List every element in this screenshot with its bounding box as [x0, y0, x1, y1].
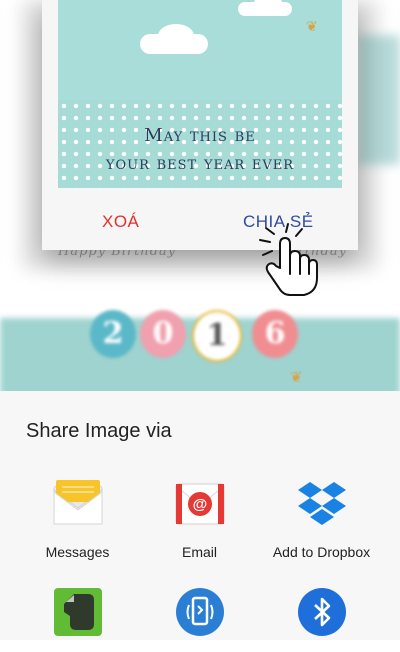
butterfly-icon: ❦: [290, 369, 303, 386]
card-message-line1: May this be: [144, 125, 256, 146]
share-option-evernote[interactable]: [11, 586, 144, 652]
share-sheet: Share Image via Messages @ Email Add to …: [0, 391, 400, 640]
year-ball: 0: [140, 310, 186, 358]
year-digit: 6: [264, 316, 286, 351]
year-ball: 6: [252, 310, 298, 358]
share-sheet-title: Share Image via: [26, 420, 172, 442]
quick-connect-icon: [174, 586, 226, 638]
background-card-edge: [358, 35, 400, 165]
share-option-quick-connect[interactable]: [133, 586, 266, 652]
butterfly-icon: ❦: [306, 18, 318, 34]
bluetooth-icon: [296, 586, 348, 638]
year-digit: 1: [206, 318, 228, 353]
card-preview-dialog: ❦ May this be your best year ever XOÁ CH…: [42, 0, 358, 250]
share-option-label: Messages: [45, 544, 110, 560]
evernote-icon: [52, 586, 104, 638]
dropbox-icon: [296, 478, 348, 530]
card-message-line2: your best year ever: [105, 153, 295, 174]
share-option-label: Add to Dropbox: [272, 544, 371, 560]
svg-text:@: @: [192, 496, 207, 513]
card-message: May this be your best year ever: [58, 122, 342, 178]
messages-icon: [52, 478, 104, 530]
year-digit: 2: [102, 316, 124, 351]
year-ball: 2: [90, 310, 136, 358]
cloud-shape: [158, 24, 194, 48]
email-icon: @: [174, 478, 226, 530]
share-option-dropbox[interactable]: Add to Dropbox: [255, 478, 388, 560]
year-ball: 1: [192, 310, 242, 362]
share-option-email[interactable]: @ Email: [133, 478, 266, 560]
share-option-label: Email: [181, 544, 217, 560]
greeting-card-image: ❦ May this be your best year ever: [58, 0, 342, 188]
share-option-bluetooth[interactable]: [255, 586, 388, 652]
year-digit: 0: [152, 316, 174, 351]
share-option-messages[interactable]: Messages: [11, 478, 144, 560]
tap-hand-pointer-icon: [259, 223, 318, 296]
delete-button[interactable]: XOÁ: [102, 212, 139, 232]
